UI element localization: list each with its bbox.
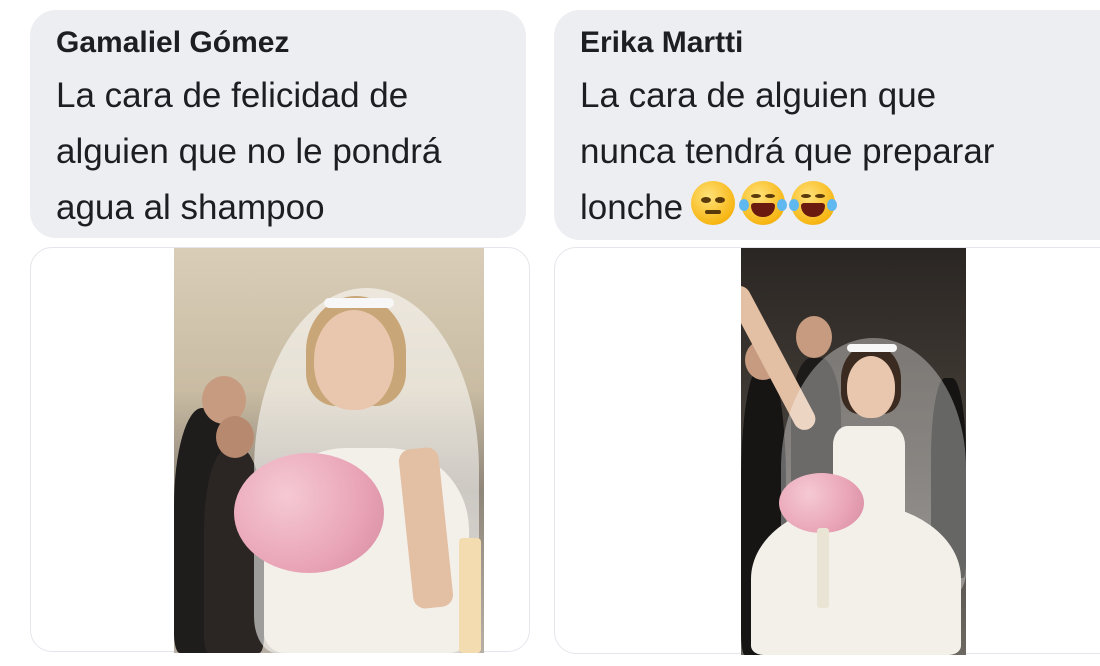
- photo-guest-head: [216, 416, 254, 458]
- photo-bouquet: [234, 453, 384, 573]
- comment-text-fragment: lonche: [580, 188, 684, 227]
- comment-author[interactable]: Gamaliel Gómez: [56, 24, 500, 62]
- comment-attachment-card[interactable]: [554, 247, 1100, 655]
- comment-author[interactable]: Erika Martti: [580, 24, 1100, 62]
- rolling-eyes-emoji-icon: [691, 181, 736, 225]
- photo-bouquet: [779, 473, 864, 533]
- comment-text: La cara de alguien que nunca tendrá que …: [580, 68, 1100, 236]
- comment-column-right: Erika Martti La cara de alguien que nunc…: [548, 0, 1100, 666]
- comment-text-line: nunca tendrá que preparar: [580, 132, 995, 171]
- photo-tiara: [847, 344, 897, 352]
- laughing-tears-emoji-icon: [789, 181, 838, 225]
- comment-text: La cara de felicidad de alguien que no l…: [56, 68, 500, 236]
- laughing-tears-emoji-icon: [739, 181, 788, 225]
- photo-face: [847, 356, 895, 418]
- photo-bouquet-stem: [817, 528, 829, 608]
- comment-text-line: lonche: [580, 180, 1100, 236]
- photo-guest-head: [796, 316, 832, 358]
- photo-candle: [459, 538, 481, 653]
- bride-photo[interactable]: [741, 248, 966, 655]
- comment-text-line: La cara de felicidad de: [56, 76, 409, 115]
- bride-photo[interactable]: [174, 248, 484, 653]
- comment-text-line: agua al shampoo: [56, 188, 325, 227]
- comment-attachment-card[interactable]: [30, 247, 530, 653]
- comment-column-left: Gamaliel Gómez La cara de felicidad de a…: [0, 0, 540, 666]
- comment-bubble[interactable]: Erika Martti La cara de alguien que nunc…: [554, 10, 1100, 240]
- emoji-group: [691, 181, 838, 225]
- photo-dress: [751, 503, 961, 655]
- photo-tiara: [324, 298, 394, 308]
- comment-bubble[interactable]: Gamaliel Gómez La cara de felicidad de a…: [30, 10, 526, 238]
- comment-text-line: La cara de alguien que: [580, 76, 937, 115]
- photo-face: [314, 310, 394, 410]
- comment-text-line: alguien que no le pondrá: [56, 132, 442, 171]
